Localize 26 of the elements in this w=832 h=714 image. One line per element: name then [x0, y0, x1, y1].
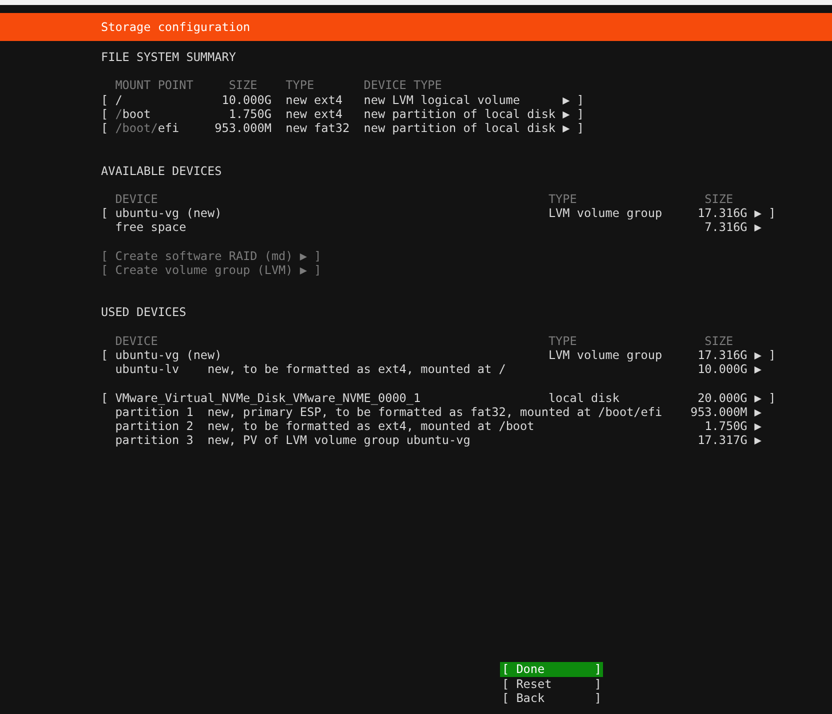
device-row[interactable]: partition 3 new, PV of LVM volume group ubuntu-vg 17.317G ▶ [101, 433, 832, 448]
device-row[interactable]: free space 7.316G ▶ [101, 220, 832, 234]
device-row[interactable]: ubuntu-lv new, to be formatted as ext4, mounted at / 10.000G ▶ [101, 362, 832, 376]
section-heading: USED DEVICES [101, 305, 186, 320]
column-header: DEVICE [115, 192, 158, 206]
column-header: TYPE [286, 78, 314, 92]
device-row[interactable]: [ ubuntu-vg (new) LVM volume group 17.316G ▶ ] [101, 348, 832, 362]
column-header: MOUNT POINT [115, 78, 194, 92]
device-row[interactable]: partition 1 new, primary ESP, to be formatted as fat32, mounted at /boot/efi 953.000M ▶ [101, 404, 832, 419]
menu-button[interactable]: [ Reset ] [500, 676, 604, 691]
device-row[interactable]: [ ubuntu-vg (new) LVM volume group 17.316G ▶ ] [101, 206, 832, 220]
device-row[interactable]: partition 2 new, to be formatted as ext4, mounted at /boot 1.750G ▶ [101, 418, 832, 434]
device-row[interactable]: [ VMware_Virtual_NVMe_Disk_VMware_NVME_0000_1 local disk 20.000G ▶ ] [101, 390, 832, 405]
column-header: DEVICE [115, 334, 158, 348]
column-header: SIZE [704, 334, 734, 348]
column-header: DEVICE TYPE [364, 78, 442, 92]
column-header: SIZE [704, 192, 734, 206]
window-title: Storage configuration [101, 20, 250, 34]
section-heading: FILE SYSTEM SUMMARY [101, 50, 236, 64]
column-header: SIZE [228, 78, 258, 92]
column-header: TYPE [548, 192, 577, 206]
section-heading: AVAILABLE DEVICES [101, 164, 222, 178]
mount-row[interactable]: [ /boot/efi 953.000M new fat32 new partition of local disk ▶ ] [101, 120, 832, 136]
menu-button[interactable]: [ Back ] [500, 690, 604, 705]
menu-button[interactable]: [ Done ] [500, 662, 604, 677]
column-header: TYPE [548, 334, 577, 348]
